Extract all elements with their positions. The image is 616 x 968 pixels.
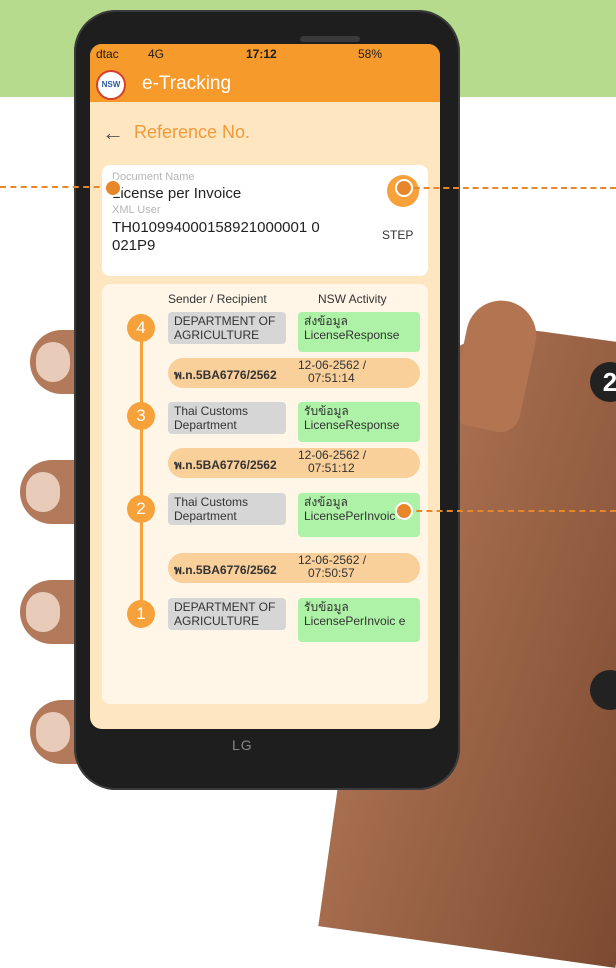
step-node: 2	[127, 495, 155, 523]
phone-screen: dtac 4G 17:12 58% NSW e-Tracking ← Refer…	[90, 44, 440, 729]
reference-number: พ.n.5BA6776/2562	[174, 563, 277, 577]
activity-box: รับข้อมูล LicensePerInvoic e	[298, 598, 420, 642]
sender-box: DEPARTMENT OF AGRICULTURE	[168, 312, 286, 344]
callout-line	[406, 510, 616, 512]
sender-box: Thai Customs Department	[168, 493, 286, 525]
carrier: dtac	[96, 47, 119, 61]
activity-en: LicenseResponse	[304, 328, 400, 342]
sender-column-header: Sender / Recipient	[168, 292, 267, 306]
step-node: 4	[127, 314, 155, 342]
activity-en: LicensePerInvoic e	[304, 614, 406, 628]
nsw-logo-icon: NSW	[96, 70, 126, 100]
callout-line	[404, 187, 616, 189]
document-name-label: Document Name	[112, 171, 195, 183]
reference-title: Reference No.	[134, 122, 251, 142]
activity-th: ส่งข้อมูล	[304, 314, 348, 328]
activity-th: รับข้อมูล	[304, 600, 349, 614]
document-card: Document Name License per Invoice XML Us…	[102, 165, 428, 276]
activity-th: รับข้อมูล	[304, 404, 349, 418]
callout-dot	[395, 179, 413, 197]
reference-datetime: 12-06-2562 / 07:50:57	[298, 553, 367, 580]
step-label: STEP	[382, 228, 414, 242]
reference-number: พ.n.5BA6776/2562	[174, 368, 277, 382]
reference-datetime: 12-06-2562 / 07:51:12	[298, 448, 367, 475]
reference-row: พ.n.5BA6776/2562 12-06-2562 / 07:51:14	[168, 358, 420, 388]
sender-box: DEPARTMENT OF AGRICULTURE	[168, 598, 286, 630]
timeline-line	[140, 324, 143, 614]
step-node: 3	[127, 402, 155, 430]
activity-column-header: NSW Activity	[318, 292, 387, 306]
battery-percent: 58%	[358, 47, 383, 61]
reference-row: พ.n.5BA6776/2562 12-06-2562 / 07:51:12	[168, 448, 420, 478]
reference-row: พ.n.5BA6776/2562 12-06-2562 / 07:50:57	[168, 553, 420, 583]
xml-user-label: XML User	[112, 204, 161, 216]
xml-user-value: TH010994000158921000001 0	[112, 219, 320, 236]
status-bar: dtac 4G 17:12 58%	[90, 44, 440, 64]
callout-dot	[104, 179, 122, 197]
app-title: e-Tracking	[142, 73, 232, 94]
callout-dot	[395, 502, 413, 520]
clock: 17:12	[246, 47, 277, 61]
reference-number: พ.n.5BA6776/2562	[174, 458, 277, 472]
speaker	[300, 36, 360, 42]
back-arrow-icon[interactable]: ←	[102, 120, 124, 146]
activity-en: LicenseResponse	[304, 418, 400, 432]
phone-brand-logo: LG	[232, 737, 253, 753]
activity-box: ส่งข้อมูล LicenseResponse	[298, 312, 420, 352]
document-name-value: License per Invoice	[112, 185, 242, 202]
step-node: 1	[127, 600, 155, 628]
activity-box: รับข้อมูล LicenseResponse	[298, 402, 420, 442]
sender-box: Thai Customs Department	[168, 402, 286, 434]
timeline-panel: Sender / Recipient NSW Activity 4 DEPART…	[102, 284, 428, 704]
app-bar: NSW e-Tracking	[90, 64, 440, 102]
xml-user-value-cont: 021P9	[112, 237, 156, 254]
reference-datetime: 12-06-2562 / 07:51:14	[298, 358, 367, 385]
callout-line	[0, 186, 110, 188]
network: 4G	[148, 47, 165, 61]
